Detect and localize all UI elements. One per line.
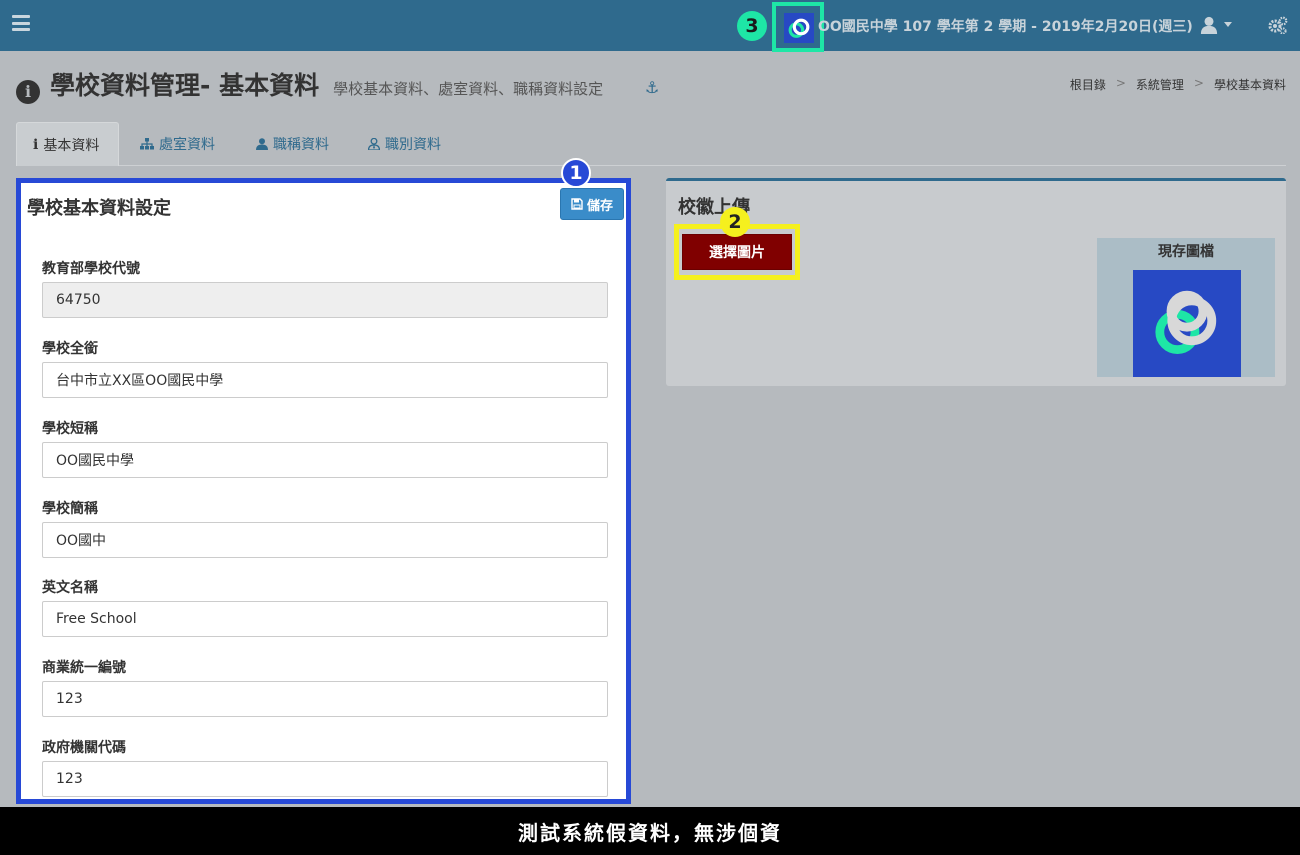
school-term-info: OO國民中學 107 學年第 2 學期 - 2019年2月20日(週三)	[818, 19, 1193, 35]
field-label: 政府機關代碼	[42, 740, 126, 756]
save-button[interactable]: 儲存	[560, 188, 624, 220]
sitemap-icon	[140, 138, 154, 150]
field-label: 學校全銜	[42, 341, 98, 357]
field-label: 學校短稱	[42, 421, 98, 437]
panel-title: 學校基本資料設定	[27, 198, 171, 219]
field-label: 英文名稱	[42, 580, 98, 596]
settings-icon[interactable]	[1268, 16, 1288, 35]
field-label: 學校簡稱	[42, 501, 98, 517]
navbar-logo-highlight	[772, 2, 824, 52]
government-agency-code-field[interactable]	[42, 761, 608, 797]
tab-job-titles[interactable]: 職稱資料	[240, 122, 345, 166]
school-basic-info-panel: 學校基本資料設定 儲存 教育部學校代號 學校全銜 學校短稱 學校簡稱 英文名稱 …	[16, 178, 631, 804]
page-title: 學校資料管理- 基本資料	[50, 71, 320, 100]
user-menu[interactable]	[1200, 14, 1234, 36]
breadcrumb-separator: >	[1115, 76, 1126, 90]
tab-label: 職別資料	[385, 137, 441, 153]
choose-image-button[interactable]: 選擇圖片	[682, 234, 792, 270]
user-icon	[1200, 16, 1218, 34]
caption-bar: 測試系統假資料，無涉個資	[0, 807, 1300, 855]
business-id-field[interactable]	[42, 681, 608, 717]
tab-label: 職稱資料	[273, 137, 329, 153]
save-icon	[571, 198, 583, 210]
save-label: 儲存	[586, 198, 613, 214]
current-logo-image	[1133, 270, 1241, 377]
info-icon: i	[33, 136, 39, 153]
tab-job-types[interactable]: 職別資料	[352, 122, 457, 166]
moe-school-code-field[interactable]	[42, 282, 608, 318]
tab-offices[interactable]: 處室資料	[124, 122, 231, 166]
top-navbar: OO國民中學 107 學年第 2 學期 - 2019年2月20日(週三)	[0, 0, 1300, 52]
school-abbreviation-field[interactable]	[42, 522, 608, 558]
caption-text: 測試系統假資料，無涉個資	[518, 820, 782, 845]
school-logo-icon[interactable]	[784, 13, 814, 43]
breadcrumb: 根目錄 > 系統管理 > 學校基本資料	[1070, 76, 1286, 93]
breadcrumb-separator: >	[1193, 76, 1204, 90]
logo-upload-panel: 校徽上傳 選擇圖片 現存圖檔	[666, 178, 1286, 386]
page-header: i 學校資料管理- 基本資料 學校基本資料、處室資料、職稱資料設定	[16, 66, 604, 104]
school-full-name-field[interactable]	[42, 362, 608, 398]
tab-label: 處室資料	[159, 137, 215, 153]
english-name-field[interactable]	[42, 601, 608, 637]
field-label: 教育部學校代號	[42, 261, 140, 277]
info-circle-icon: i	[16, 79, 40, 104]
user-icon	[256, 138, 268, 150]
field-label: 商業統一編號	[42, 660, 126, 676]
breadcrumb-system[interactable]: 系統管理	[1136, 76, 1184, 93]
tab-label: 基本資料	[43, 137, 100, 154]
menu-toggle-icon[interactable]	[12, 15, 30, 31]
user-tie-icon	[368, 138, 380, 150]
tab-basic-info[interactable]: i 基本資料	[16, 122, 119, 166]
breadcrumb-current: 學校基本資料	[1213, 78, 1286, 92]
page-subtitle: 學校基本資料、處室資料、職稱資料設定	[333, 80, 604, 98]
caret-down-icon	[1224, 22, 1232, 27]
tab-bar: i 基本資料 處室資料 職稱資料 職別資料	[16, 122, 1286, 166]
anchor-icon[interactable]: ⚓	[645, 78, 659, 97]
breadcrumb-root[interactable]: 根目錄	[1070, 76, 1106, 93]
step-badge-2: 2	[720, 207, 750, 237]
step-badge-3: 3	[737, 11, 767, 41]
school-short-name-field[interactable]	[42, 442, 608, 478]
current-image-label: 現存圖檔	[1158, 244, 1214, 260]
current-image-box: 現存圖檔	[1097, 238, 1275, 377]
step-badge-1: 1	[561, 158, 591, 188]
